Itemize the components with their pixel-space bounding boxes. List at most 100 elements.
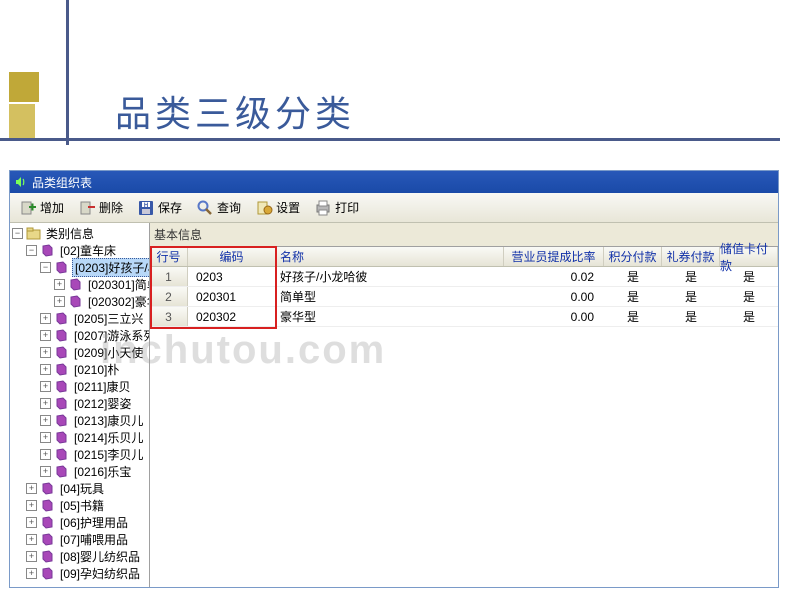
search-icon [196,199,214,217]
cell-card[interactable]: 是 [720,307,778,326]
category-icon [40,499,55,512]
tree-root[interactable]: − 类别信息 [12,225,147,242]
tree-node[interactable]: + [0212]婴姿 [12,395,147,412]
cell-code[interactable]: 020302 [188,307,276,326]
tree-node[interactable]: + [0209]小天使 [12,344,147,361]
query-button[interactable]: 查询 [189,195,248,221]
tree-node-selected[interactable]: − [0203]好孩子/小龙哈彼 [12,259,147,276]
tree-label: [0216]乐宝 [72,463,133,480]
print-label: 打印 [335,199,359,216]
folder-icon [26,227,41,240]
expand-icon[interactable]: + [26,551,37,562]
collapse-icon[interactable]: − [26,245,37,256]
expand-icon[interactable]: + [40,449,51,460]
delete-button[interactable]: 删除 [71,195,130,221]
cell-code[interactable]: 020301 [188,287,276,306]
cell-name[interactable]: 好孩子/小龙哈彼 [276,267,504,286]
tree-node[interactable]: + [0205]三立兴 [12,310,147,327]
collapse-icon[interactable]: − [12,228,23,239]
table-row[interactable]: 3 020302 豪华型 0.00 是 是 是 [150,307,778,327]
delete-icon [78,199,96,217]
save-icon: H [137,199,155,217]
expand-icon[interactable]: + [54,296,65,307]
tree-node[interactable]: + [0211]康贝 [12,378,147,395]
col-header-row[interactable]: 行号 [150,247,188,266]
expand-icon[interactable]: + [40,381,51,392]
cell-card[interactable]: 是 [720,287,778,306]
category-icon [54,465,69,478]
tree-label: [06]护理用品 [58,514,130,531]
tree-label: [0211]康贝 [72,378,132,395]
cell-coupon[interactable]: 是 [662,307,720,326]
print-button[interactable]: 打印 [307,195,366,221]
expand-icon[interactable]: + [26,517,37,528]
expand-icon[interactable]: + [40,313,51,324]
tree-node[interactable]: + [0210]朴 [12,361,147,378]
cell-coupon[interactable]: 是 [662,267,720,286]
col-header-coupon[interactable]: 礼券付款 [662,247,720,266]
slide-title: 品类三级分类 [115,85,355,137]
save-button[interactable]: H 保存 [130,195,189,221]
tree-node[interactable]: + [0213]康贝儿 [12,412,147,429]
tree-node[interactable]: + [04]玩具 [12,480,147,497]
tree-node[interactable]: + [0214]乐贝儿 [12,429,147,446]
expand-icon[interactable]: + [54,279,65,290]
slide-decor-hline [0,138,780,141]
cell-card[interactable]: 是 [720,267,778,286]
expand-icon[interactable]: + [40,364,51,375]
expand-icon[interactable]: + [40,347,51,358]
expand-icon[interactable]: + [40,466,51,477]
tree-node[interactable]: + [0207]游泳系列 [12,327,147,344]
cell-points[interactable]: 是 [604,287,662,306]
tree-node[interactable]: + [020301]简单型 [12,276,147,293]
slide-decor-vline [66,0,69,145]
col-header-name[interactable]: 名称 [276,247,504,266]
toolbar: 增加 删除 H 保存 查询 设置 打印 [10,193,778,223]
tree-node[interactable]: + [05]书籍 [12,497,147,514]
window-titlebar[interactable]: 品类组织表 [10,171,778,193]
expand-icon[interactable]: + [26,483,37,494]
cell-rate[interactable]: 0.00 [504,287,604,306]
tree-node[interactable]: + [0216]乐宝 [12,463,147,480]
cell-coupon[interactable]: 是 [662,287,720,306]
expand-icon[interactable]: + [26,500,37,511]
app-window: 品类组织表 增加 删除 H 保存 查询 设置 打印 [9,170,779,588]
cell-points[interactable]: 是 [604,307,662,326]
cell-code[interactable]: 0203 [188,267,276,286]
tree-panel[interactable]: − 类别信息 − [02]童车床 − [0203]好孩子/小龙哈彼 [10,223,150,587]
category-icon [68,295,83,308]
tree-node[interactable]: + [06]护理用品 [12,514,147,531]
cell-rate[interactable]: 0.02 [504,267,604,286]
category-icon [54,346,69,359]
data-grid[interactable]: 行号 编码 名称 营业员提成比率 积分付款 礼券付款 储值卡付款 1 0203 … [150,246,778,587]
tree-label: [0210]朴 [72,361,121,378]
col-header-code[interactable]: 编码 [188,247,276,266]
tree-node[interactable]: + [07]哺喂用品 [12,531,147,548]
expand-icon[interactable]: + [26,534,37,545]
col-header-points[interactable]: 积分付款 [604,247,662,266]
cell-name[interactable]: 简单型 [276,287,504,306]
category-icon [40,533,55,546]
expand-icon[interactable]: + [40,330,51,341]
tree-node[interactable]: + [09]孕妇纺织品 [12,565,147,582]
expand-icon[interactable]: + [40,432,51,443]
table-row[interactable]: 1 0203 好孩子/小龙哈彼 0.02 是 是 是 [150,267,778,287]
cell-points[interactable]: 是 [604,267,662,286]
tree-node[interactable]: − [02]童车床 [12,242,147,259]
tree-node[interactable]: + [0215]李贝儿 [12,446,147,463]
expand-icon[interactable]: + [40,415,51,426]
col-header-rate[interactable]: 营业员提成比率 [504,247,604,266]
tree-node[interactable]: + [08]婴儿纺织品 [12,548,147,565]
col-header-card[interactable]: 储值卡付款 [720,247,778,266]
tree-label: [04]玩具 [58,480,106,497]
settings-button[interactable]: 设置 [248,195,307,221]
cell-rate[interactable]: 0.00 [504,307,604,326]
tree-label: [0209]小天使 [72,344,145,361]
collapse-icon[interactable]: − [40,262,51,273]
expand-icon[interactable]: + [26,568,37,579]
add-button[interactable]: 增加 [12,195,71,221]
expand-icon[interactable]: + [40,398,51,409]
cell-name[interactable]: 豪华型 [276,307,504,326]
tree-node[interactable]: + [020302]豪华型 [12,293,147,310]
table-row[interactable]: 2 020301 简单型 0.00 是 是 是 [150,287,778,307]
